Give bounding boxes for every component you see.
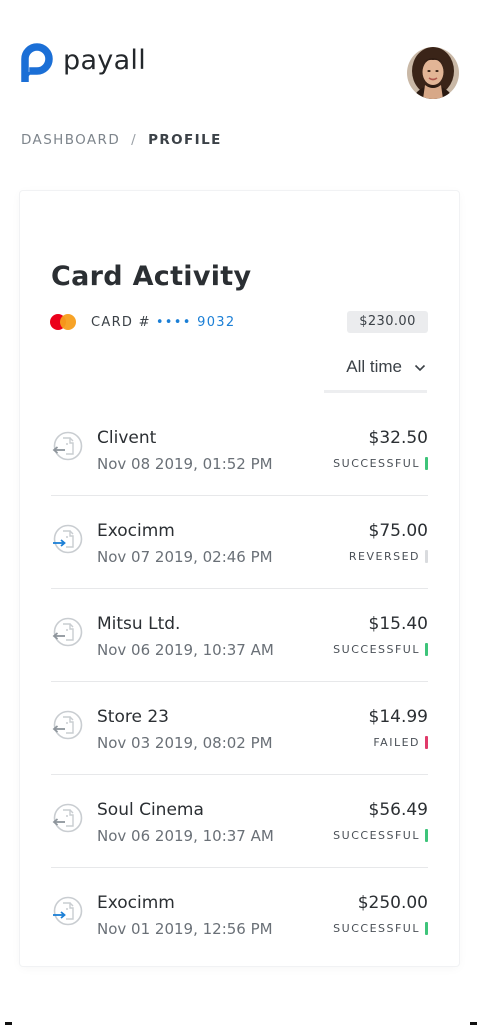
transaction-amount: $75.00 bbox=[368, 521, 428, 541]
status-indicator bbox=[425, 829, 428, 842]
balance-badge: $230.00 bbox=[347, 311, 428, 333]
incoming-transfer-icon bbox=[52, 803, 83, 833]
mastercard-icon bbox=[50, 313, 78, 331]
transaction-name: Mitsu Ltd. bbox=[97, 614, 181, 634]
transaction-date: Nov 06 2019, 10:37 AM bbox=[97, 641, 274, 659]
chevron-down-icon bbox=[414, 364, 426, 372]
transaction-row[interactable]: Clivent Nov 08 2019, 01:52 PM $32.50 SUCCES… bbox=[51, 403, 428, 496]
transaction-amount: $14.99 bbox=[368, 707, 428, 727]
time-filter-select[interactable]: All time bbox=[324, 351, 427, 393]
status-label: SUCCESSFUL bbox=[333, 457, 420, 470]
status-indicator bbox=[425, 736, 428, 749]
incoming-transfer-icon bbox=[52, 431, 83, 461]
transaction-name: Store 23 bbox=[97, 707, 169, 727]
transaction-status: FAILED bbox=[373, 736, 428, 749]
status-label: SUCCESSFUL bbox=[333, 922, 420, 935]
transaction-status: SUCCESSFUL bbox=[333, 922, 428, 935]
transaction-name: Clivent bbox=[97, 428, 157, 448]
incoming-transfer-icon bbox=[52, 617, 83, 647]
card-info: CARD # •••• 9032 bbox=[50, 313, 235, 331]
outgoing-transfer-icon bbox=[53, 524, 83, 554]
transaction-name: Soul Cinema bbox=[97, 800, 204, 820]
breadcrumb-current: PROFILE bbox=[148, 132, 222, 148]
transaction-name: Exocimm bbox=[97, 893, 175, 913]
transaction-status: REVERSED bbox=[349, 550, 428, 563]
transaction-amount: $32.50 bbox=[368, 428, 428, 448]
outgoing-transfer-icon bbox=[53, 896, 83, 926]
incoming-transfer-icon bbox=[52, 710, 83, 740]
card-number: •••• 9032 bbox=[155, 314, 236, 330]
transaction-name: Exocimm bbox=[97, 521, 175, 541]
status-label: SUCCESSFUL bbox=[333, 643, 420, 656]
time-filter-value: All time bbox=[346, 357, 402, 376]
status-indicator bbox=[425, 643, 428, 656]
transaction-date: Nov 06 2019, 10:37 AM bbox=[97, 827, 274, 845]
status-indicator bbox=[425, 922, 428, 935]
transaction-amount: $56.49 bbox=[368, 800, 428, 820]
transaction-row[interactable]: Exocimm Nov 01 2019, 12:56 PM $250.00 SUCCE… bbox=[51, 868, 428, 961]
transaction-row[interactable]: Exocimm Nov 07 2019, 02:46 PM $75.00 REVERS… bbox=[51, 496, 428, 589]
transaction-status: SUCCESSFUL bbox=[333, 643, 428, 656]
breadcrumb: DASHBOARD / PROFILE bbox=[21, 132, 222, 148]
status-label: FAILED bbox=[373, 736, 420, 749]
transaction-row[interactable]: Store 23 Nov 03 2019, 08:02 PM $14.99 FAILE… bbox=[51, 682, 428, 775]
brand-logo[interactable]: payall bbox=[20, 42, 146, 82]
transaction-date: Nov 01 2019, 12:56 PM bbox=[97, 920, 273, 938]
transaction-row[interactable]: Soul Cinema Nov 06 2019, 10:37 AM $56.49 SU… bbox=[51, 775, 428, 868]
transaction-amount: $250.00 bbox=[357, 893, 428, 913]
breadcrumb-separator: / bbox=[131, 132, 138, 148]
transaction-status: SUCCESSFUL bbox=[333, 457, 428, 470]
top-bar: payall bbox=[0, 0, 480, 120]
breadcrumb-dashboard-link[interactable]: DASHBOARD bbox=[21, 132, 120, 148]
transaction-date: Nov 07 2019, 02:46 PM bbox=[97, 548, 273, 566]
status-label: REVERSED bbox=[348, 550, 420, 563]
user-avatar[interactable] bbox=[407, 47, 459, 99]
panel-title: Card Activity bbox=[51, 261, 252, 292]
transaction-row[interactable]: Mitsu Ltd. Nov 06 2019, 10:37 AM $15.40 SUC… bbox=[51, 589, 428, 682]
status-indicator bbox=[425, 457, 428, 470]
card-label: CARD # bbox=[91, 314, 151, 330]
transaction-date: Nov 08 2019, 01:52 PM bbox=[97, 455, 273, 473]
transaction-date: Nov 03 2019, 08:02 PM bbox=[97, 734, 273, 752]
transaction-list: Clivent Nov 08 2019, 01:52 PM $32.50 SUCCES… bbox=[51, 403, 428, 961]
brand-name: payall bbox=[63, 44, 147, 76]
status-indicator bbox=[425, 550, 428, 563]
transaction-status: SUCCESSFUL bbox=[333, 829, 428, 842]
transaction-amount: $15.40 bbox=[368, 614, 428, 634]
card-activity-panel: Card Activity CARD # •••• 9032 $230.00 A… bbox=[20, 191, 459, 966]
avatar-icon bbox=[407, 47, 459, 99]
status-label: SUCCESSFUL bbox=[333, 829, 420, 842]
payall-logo-icon bbox=[21, 43, 53, 82]
